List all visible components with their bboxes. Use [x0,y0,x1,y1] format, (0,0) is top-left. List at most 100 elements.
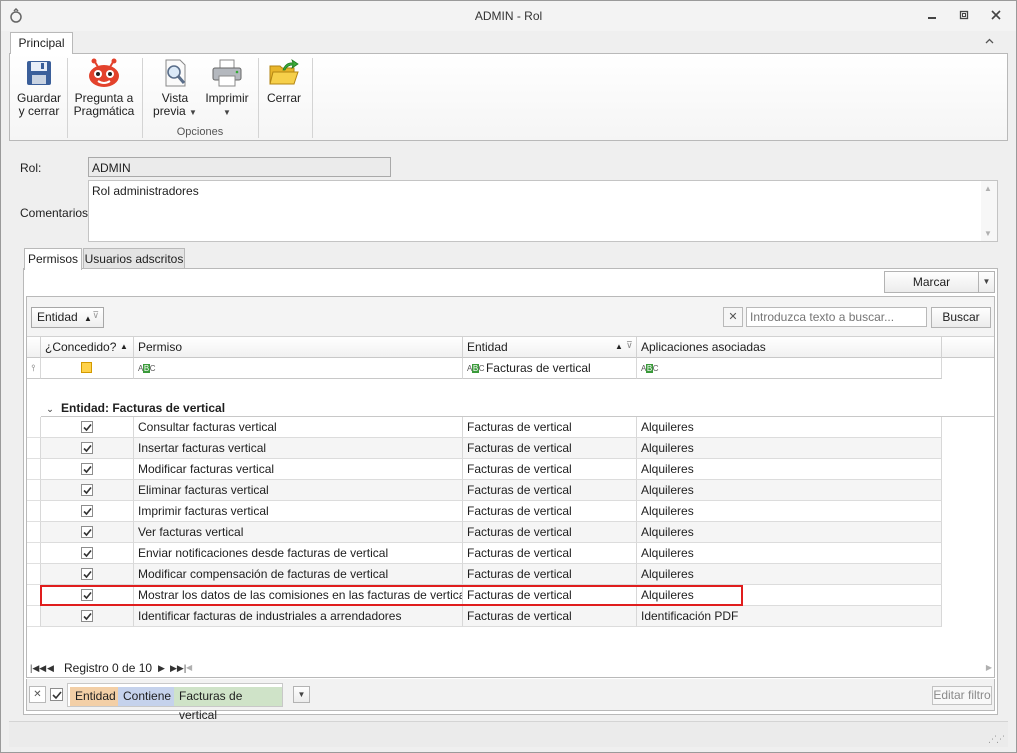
row-indicator[interactable] [27,501,41,522]
cell-concedido[interactable] [41,438,134,459]
cell-entidad[interactable]: Facturas de vertical [463,606,637,627]
cell-concedido[interactable] [41,459,134,480]
scroll-left-icon[interactable]: ◀ [186,659,192,677]
first-record-icon[interactable]: |◀◀ [30,659,46,677]
checkbox-checked[interactable] [81,484,93,496]
cell-entidad[interactable]: Facturas de vertical [463,501,637,522]
indeterminate-checkbox[interactable] [81,362,92,373]
minimize-button[interactable] [919,6,945,26]
previous-record-icon[interactable]: ◀ [47,659,54,677]
cell-concedido[interactable] [41,564,134,585]
pragmatica-button[interactable]: Pregunta a Pragmática [73,58,135,118]
save-close-button[interactable]: Guardar y cerrar [14,58,64,118]
comentarios-scrollbar[interactable]: ▲ ▼ [981,181,997,241]
filter-expression[interactable]: Entidad Contiene Facturas de vertical [67,683,283,722]
filter-cell-entidad[interactable]: ABC Facturas de vertical [463,358,637,379]
edit-filter-button[interactable]: Editar filtro [932,686,992,705]
row-indicator[interactable] [27,543,41,564]
close-window-button[interactable] [983,6,1009,26]
table-row[interactable]: Insertar facturas vertical Facturas de v… [27,438,942,459]
column-header-permiso[interactable]: Permiso [134,337,463,358]
maximize-button[interactable] [951,6,977,26]
search-button[interactable]: Buscar [931,307,991,328]
clear-filter-button[interactable]: ✕ [29,686,46,703]
filter-cell-aplicaciones[interactable]: ABC [637,358,942,379]
clear-search-button[interactable]: ✕ [723,307,743,327]
table-row[interactable]: Imprimir facturas vertical Facturas de v… [27,501,942,522]
cell-aplicaciones[interactable]: Alquileres [637,417,942,438]
collapse-ribbon-button[interactable] [981,34,997,50]
column-header-aplicaciones[interactable]: Aplicaciones asociadas [637,337,942,358]
cell-concedido[interactable] [41,606,134,627]
group-row[interactable]: ⌄ Entidad: Facturas de vertical [41,397,994,417]
scroll-right-icon[interactable]: ▶ [986,659,992,677]
print-preview-button[interactable]: Vista previa ▼ [150,58,200,119]
row-indicator[interactable] [27,606,41,627]
checkbox-checked[interactable] [81,442,93,454]
table-row[interactable]: Eliminar facturas vertical Facturas de v… [27,480,942,501]
search-input[interactable] [746,307,927,327]
table-row[interactable]: Modificar facturas vertical Facturas de … [27,459,942,480]
table-row[interactable]: Enviar notificaciones desde facturas de … [27,543,942,564]
checkbox-checked[interactable] [81,505,93,517]
row-indicator[interactable] [27,417,41,438]
cell-permiso[interactable]: Identificar facturas de industriales a a… [134,606,463,627]
cell-aplicaciones[interactable]: Alquileres [637,501,942,522]
filter-cell-concedido[interactable] [41,358,134,379]
filter-history-dropdown[interactable]: ▼ [293,686,310,703]
cell-entidad[interactable]: Facturas de vertical [463,417,637,438]
cell-entidad[interactable]: Facturas de vertical [463,459,637,480]
cell-permiso[interactable]: Insertar facturas vertical [134,438,463,459]
row-indicator[interactable] [27,438,41,459]
enable-filter-checkbox[interactable] [50,688,63,701]
cell-concedido[interactable] [41,543,134,564]
checkbox-checked[interactable] [81,421,93,433]
tab-permisos[interactable]: Permisos [24,248,82,270]
table-row[interactable]: Identificar facturas de industriales a a… [27,606,942,627]
horizontal-scrollbar[interactable]: ◀ ▶ [182,662,994,674]
next-record-icon[interactable]: ▶ [158,659,165,677]
table-row[interactable]: Ver facturas vertical Facturas de vertic… [27,522,942,543]
cell-permiso[interactable]: Modificar compensación de facturas de ve… [134,564,463,585]
table-row[interactable]: Consultar facturas vertical Facturas de … [27,417,942,438]
row-indicator[interactable] [27,522,41,543]
cell-aplicaciones[interactable]: Alquileres [637,480,942,501]
cell-permiso[interactable]: Modificar facturas vertical [134,459,463,480]
cell-concedido[interactable] [41,480,134,501]
filter-token-value[interactable]: Facturas de vertical [174,687,282,722]
cell-concedido[interactable] [41,417,134,438]
checkbox-checked[interactable] [81,526,93,538]
filter-icon[interactable]: ⊽ [626,335,633,355]
row-indicator[interactable] [27,459,41,480]
cell-aplicaciones[interactable]: Identificación PDF [637,606,942,627]
marcar-dropdown-button[interactable]: ▼ [978,271,995,293]
cell-concedido[interactable] [41,522,134,543]
print-button[interactable]: Imprimir ▼ [202,58,252,119]
column-header-concedido[interactable]: ¿Concedido? ▲ [41,337,134,358]
filter-token-field[interactable]: Entidad [70,687,121,706]
cell-entidad[interactable]: Facturas de vertical [463,480,637,501]
cell-entidad[interactable]: Facturas de vertical [463,438,637,459]
cell-aplicaciones[interactable]: Alquileres [637,543,942,564]
cell-aplicaciones[interactable]: Alquileres [637,459,942,480]
cell-aplicaciones[interactable]: Alquileres [637,564,942,585]
marcar-button[interactable]: Marcar [884,271,979,293]
close-button[interactable]: Cerrar [262,58,306,105]
checkbox-checked[interactable] [81,568,93,580]
comentarios-field[interactable]: Rol administradores ▲ ▼ [88,180,998,242]
cell-aplicaciones[interactable]: Alquileres [637,522,942,543]
cell-permiso[interactable]: Enviar notificaciones desde facturas de … [134,543,463,564]
filter-cell-permiso[interactable]: ABC [134,358,463,379]
tab-usuarios-adscritos[interactable]: Usuarios adscritos [83,248,185,269]
filter-icon[interactable]: ⊽ [92,306,99,325]
cell-permiso[interactable]: Imprimir facturas vertical [134,501,463,522]
scroll-down-icon[interactable]: ▼ [984,229,992,238]
checkbox-checked[interactable] [81,610,93,622]
cell-permiso[interactable]: Consultar facturas vertical [134,417,463,438]
group-by-chip-entidad[interactable]: Entidad ▲ ⊽ [31,307,104,328]
cell-entidad[interactable]: Facturas de vertical [463,564,637,585]
scroll-up-icon[interactable]: ▲ [984,184,992,193]
cell-permiso[interactable]: Eliminar facturas vertical [134,480,463,501]
cell-aplicaciones[interactable]: Alquileres [637,438,942,459]
cell-concedido[interactable] [41,501,134,522]
